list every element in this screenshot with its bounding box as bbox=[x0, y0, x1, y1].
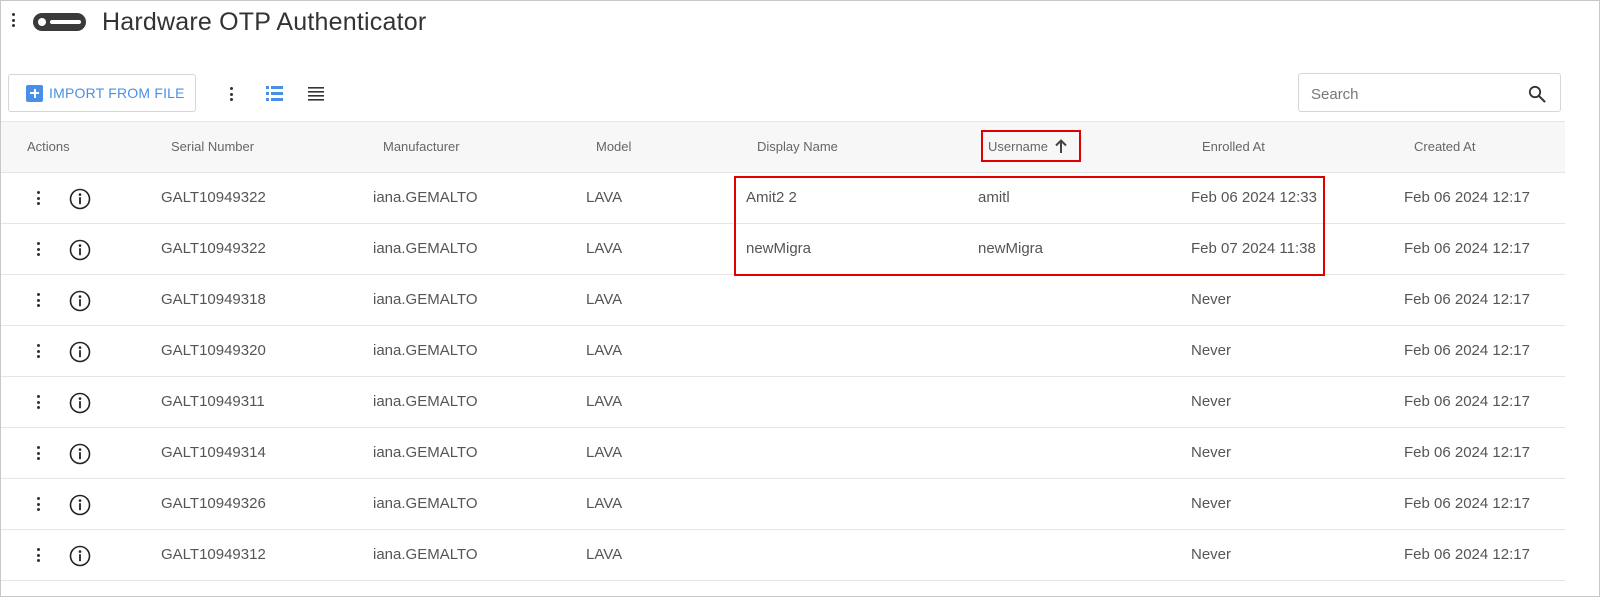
cell-created-at: Feb 06 2024 12:17 bbox=[1404, 546, 1530, 563]
cell-serial-number: GALT10949322 bbox=[161, 240, 266, 257]
sort-ascending-icon[interactable] bbox=[1054, 138, 1068, 154]
table-row[interactable]: GALT10949322 iana.GEMALTO LAVA newMigra newM… bbox=[1, 224, 1565, 275]
table-row[interactable]: GALT10949312 iana.GEMALTO LAVA Never Feb 06 … bbox=[1, 530, 1565, 581]
search-box bbox=[1298, 73, 1561, 112]
cell-enrolled-at: Feb 06 2024 12:33 bbox=[1191, 189, 1317, 206]
plus-icon bbox=[26, 84, 43, 102]
info-icon[interactable] bbox=[69, 494, 91, 516]
row-actions-kebab-icon[interactable] bbox=[35, 395, 41, 409]
search-icon[interactable] bbox=[1528, 85, 1546, 103]
table-header: Actions Serial Number Manufacturer Model… bbox=[1, 121, 1565, 173]
cell-manufacturer: iana.GEMALTO bbox=[373, 495, 478, 512]
cell-enrolled-at: Never bbox=[1191, 291, 1232, 308]
app-menu-kebab-icon[interactable] bbox=[10, 13, 16, 27]
info-icon[interactable] bbox=[69, 188, 91, 210]
table-row[interactable]: GALT10949322 iana.GEMALTO LAVA Amit2 2 amitl… bbox=[1, 173, 1565, 224]
page-title: Hardware OTP Authenticator bbox=[102, 8, 427, 36]
cell-serial-number: GALT10949311 bbox=[161, 393, 265, 410]
cell-model: LAVA bbox=[586, 291, 623, 308]
cell-serial-number: GALT10949318 bbox=[161, 291, 266, 308]
cell-model: LAVA bbox=[586, 495, 623, 512]
cell-manufacturer: iana.GEMALTO bbox=[373, 393, 478, 410]
row-actions-kebab-icon[interactable] bbox=[35, 191, 41, 205]
info-icon[interactable] bbox=[69, 290, 91, 312]
cell-display-name: Amit2 2 bbox=[746, 189, 797, 206]
cell-enrolled-at: Never bbox=[1191, 546, 1232, 563]
col-header-username[interactable]: Username bbox=[988, 139, 1048, 154]
cell-manufacturer: iana.GEMALTO bbox=[373, 189, 478, 206]
row-actions-kebab-icon[interactable] bbox=[35, 242, 41, 256]
cell-username: amitl bbox=[978, 189, 1010, 206]
table-row[interactable]: GALT10949314 iana.GEMALTO LAVA Never Feb 06 … bbox=[1, 428, 1565, 479]
cell-model: LAVA bbox=[586, 444, 623, 461]
info-icon[interactable] bbox=[69, 545, 91, 567]
row-actions-kebab-icon[interactable] bbox=[35, 344, 41, 358]
cell-serial-number: GALT10949320 bbox=[161, 342, 266, 359]
cell-model: LAVA bbox=[586, 342, 623, 359]
cell-serial-number: GALT10949322 bbox=[161, 189, 266, 206]
compact-view-icon[interactable] bbox=[308, 87, 324, 101]
cell-display-name: newMigra bbox=[746, 240, 812, 257]
col-header-model[interactable]: Model bbox=[596, 139, 631, 154]
col-header-actions: Actions bbox=[27, 139, 70, 154]
cell-manufacturer: iana.GEMALTO bbox=[373, 546, 478, 563]
info-icon[interactable] bbox=[69, 443, 91, 465]
cell-model: LAVA bbox=[586, 393, 623, 410]
cell-created-at: Feb 06 2024 12:17 bbox=[1404, 495, 1530, 512]
row-actions-kebab-icon[interactable] bbox=[35, 548, 41, 562]
cell-created-at: Feb 06 2024 12:17 bbox=[1404, 393, 1530, 410]
cell-serial-number: GALT10949312 bbox=[161, 546, 266, 563]
cell-serial-number: GALT10949314 bbox=[161, 444, 266, 461]
info-icon[interactable] bbox=[69, 239, 91, 261]
cell-enrolled-at: Never bbox=[1191, 444, 1232, 461]
col-header-created-at[interactable]: Created At bbox=[1414, 139, 1475, 154]
cell-created-at: Feb 06 2024 12:17 bbox=[1404, 291, 1530, 308]
cell-enrolled-at: Never bbox=[1191, 342, 1232, 359]
cell-manufacturer: iana.GEMALTO bbox=[373, 342, 478, 359]
row-actions-kebab-icon[interactable] bbox=[35, 293, 41, 307]
info-icon[interactable] bbox=[69, 341, 91, 363]
cell-created-at: Feb 06 2024 12:17 bbox=[1404, 240, 1530, 257]
cell-manufacturer: iana.GEMALTO bbox=[373, 291, 478, 308]
table-row[interactable]: GALT10949311 iana.GEMALTO LAVA Never Feb 06 … bbox=[1, 377, 1565, 428]
row-actions-kebab-icon[interactable] bbox=[35, 446, 41, 460]
table-row[interactable]: GALT10949320 iana.GEMALTO LAVA Never Feb 06 … bbox=[1, 326, 1565, 377]
info-icon[interactable] bbox=[69, 392, 91, 414]
cell-manufacturer: iana.GEMALTO bbox=[373, 444, 478, 461]
cell-enrolled-at: Feb 07 2024 11:38 bbox=[1191, 240, 1316, 257]
list-view-icon[interactable] bbox=[266, 86, 283, 101]
col-header-display-name[interactable]: Display Name bbox=[757, 139, 838, 154]
cell-model: LAVA bbox=[586, 546, 623, 563]
import-button-label: IMPORT FROM FILE bbox=[49, 85, 185, 101]
cell-manufacturer: iana.GEMALTO bbox=[373, 240, 478, 257]
col-header-manufacturer[interactable]: Manufacturer bbox=[383, 139, 460, 154]
import-from-file-button[interactable]: IMPORT FROM FILE bbox=[8, 74, 196, 112]
cell-enrolled-at: Never bbox=[1191, 495, 1232, 512]
token-icon bbox=[33, 13, 86, 31]
toolbar-more-kebab-icon[interactable] bbox=[228, 87, 234, 101]
cell-model: LAVA bbox=[586, 240, 623, 257]
cell-serial-number: GALT10949326 bbox=[161, 495, 266, 512]
cell-created-at: Feb 06 2024 12:17 bbox=[1404, 189, 1530, 206]
table-row[interactable]: GALT10949318 iana.GEMALTO LAVA Never Feb 06 … bbox=[1, 275, 1565, 326]
cell-model: LAVA bbox=[586, 189, 623, 206]
row-actions-kebab-icon[interactable] bbox=[35, 497, 41, 511]
col-header-serial-number[interactable]: Serial Number bbox=[171, 139, 254, 154]
cell-username: newMigra bbox=[978, 240, 1044, 257]
search-input[interactable] bbox=[1309, 81, 1518, 107]
cell-enrolled-at: Never bbox=[1191, 393, 1232, 410]
table-row[interactable]: GALT10949326 iana.GEMALTO LAVA Never Feb 06 … bbox=[1, 479, 1565, 530]
col-header-enrolled-at[interactable]: Enrolled At bbox=[1202, 139, 1265, 154]
cell-created-at: Feb 06 2024 12:17 bbox=[1404, 444, 1530, 461]
cell-created-at: Feb 06 2024 12:17 bbox=[1404, 342, 1530, 359]
